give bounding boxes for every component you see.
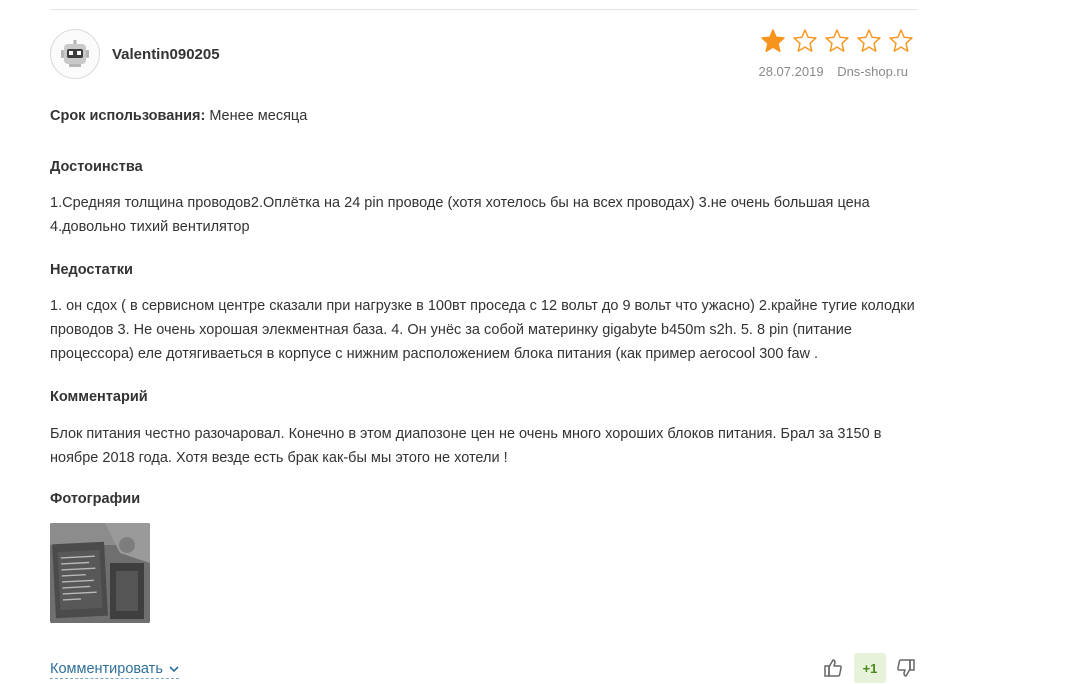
review-photo-thumbnail[interactable] [50,523,150,623]
usage-period: Срок использования: Менее месяца [50,108,307,124]
pros-title: Достоинства [50,159,143,175]
vote-count: +1 [854,653,886,683]
dislike-button[interactable] [893,653,919,683]
avatar[interactable] [50,29,100,79]
review-date: 28.07.2019 [758,64,824,79]
like-button[interactable] [820,653,846,683]
divider [50,9,918,10]
cons-text: 1. он сдох ( в сервисном центре сказали … [50,298,915,362]
comment-title: Комментарий [50,389,148,405]
star-empty-icon [889,29,913,52]
photo-image [50,523,150,623]
star-empty-icon [825,29,849,52]
pros-text: 1.Средняя толщина проводов2.Оплётка на 2… [50,195,870,235]
comment-link-label: Комментировать [50,661,163,677]
cons-title: Недостатки [50,262,133,278]
star-filled-icon [761,29,785,52]
comment-text: Блок питания честно разочаровал. Конечно… [50,426,882,466]
thumbs-down-icon [897,659,915,677]
usage-label: Срок использования: [50,108,206,124]
chevron-down-icon [169,666,179,673]
review-meta: 28.07.2019 Dns-shop.ru [758,64,908,79]
star-empty-icon [857,29,881,52]
review-card: Valentin090205 28.07.2019 Dns-shop.ru Ср… [0,0,1078,684]
usage-value: Менее месяца [209,108,308,124]
username[interactable]: Valentin090205 [112,46,220,63]
comment-link[interactable]: Комментировать [50,661,179,679]
rating-stars [760,28,914,54]
photos-title: Фотографии [50,491,141,507]
thumbs-up-icon [824,659,842,677]
review-source: Dns-shop.ru [837,64,908,79]
star-empty-icon [793,29,817,52]
robot-avatar-icon [61,40,89,67]
